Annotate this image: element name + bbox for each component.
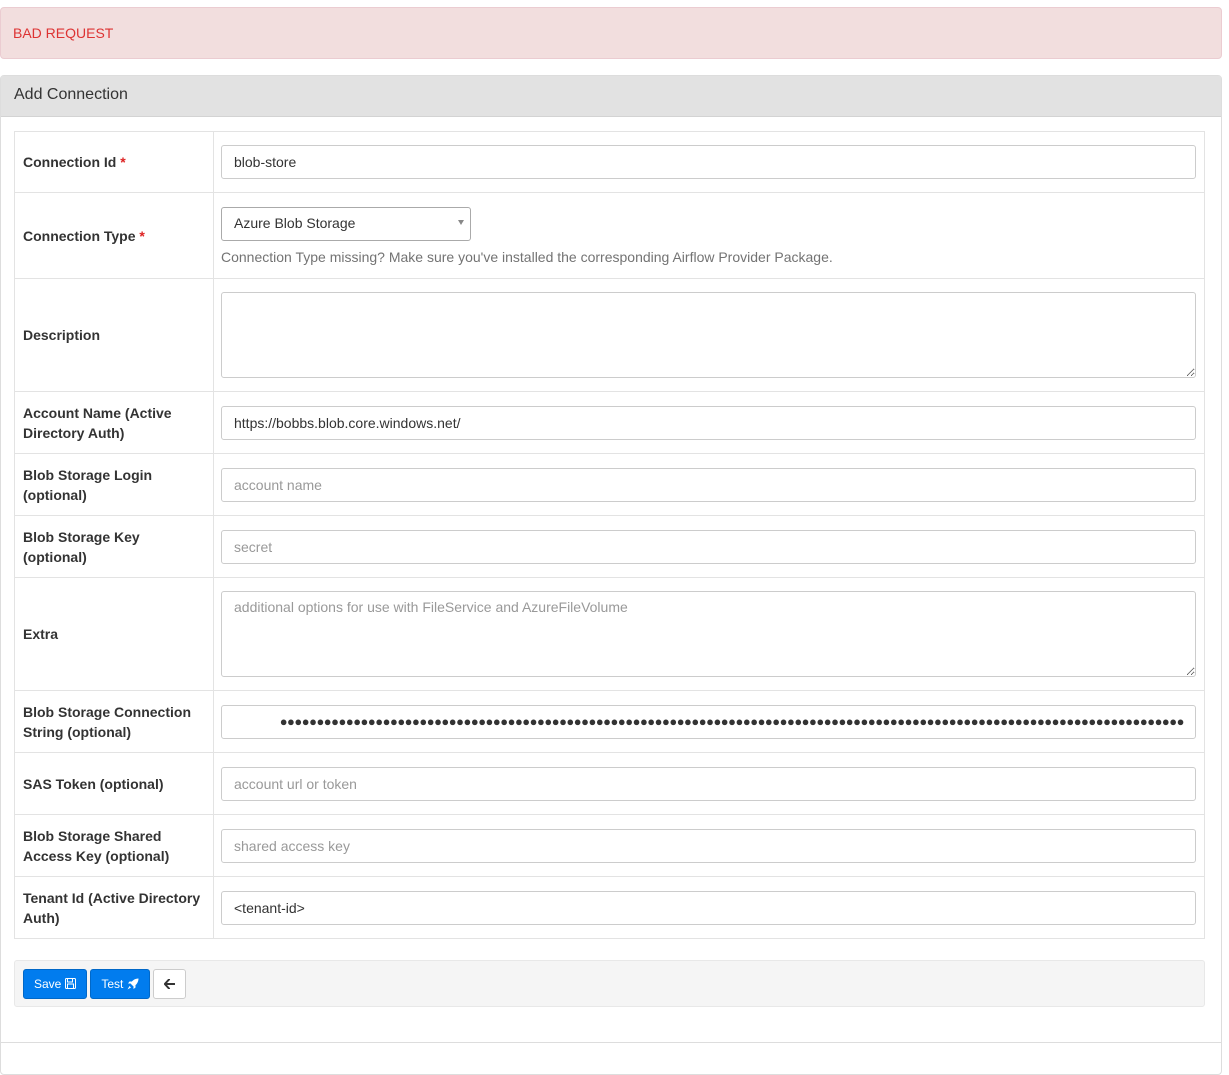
field-cell [213, 752, 1205, 815]
form-row-login: Blob Storage Login (optional) [14, 453, 1205, 516]
field-cell [213, 391, 1205, 454]
connection-type-label: Connection Type [23, 227, 136, 244]
required-mark: * [120, 154, 126, 170]
rocket-icon [127, 978, 139, 990]
connection-type-selected: Azure Blob Storage [234, 214, 356, 231]
sas-token-input[interactable] [221, 766, 1196, 801]
form-row-sas-token: SAS Token (optional) [14, 752, 1205, 815]
connection-string-label: Blob Storage Connection String (optional… [14, 690, 214, 753]
shared-access-key-label: Blob Storage Shared Access Key (optional… [14, 814, 214, 877]
connection-id-label: Connection Id [23, 154, 117, 170]
field-cell [213, 876, 1205, 939]
form-row-tenant-id: Tenant Id (Active Directory Auth) [14, 876, 1205, 939]
field-cell: ●●●●●●●●●●●●●●●●●●●●●●●●●●●●●●●●●●●●●●●●… [213, 690, 1205, 753]
chevron-down-icon [458, 219, 464, 225]
form-row-connection-type: Connection Type * Azure Blob Storage Con… [14, 192, 1205, 279]
field-cell [213, 577, 1205, 691]
form-row-description: Description [14, 278, 1205, 392]
field-cell [213, 814, 1205, 877]
login-input[interactable] [221, 467, 1196, 502]
account-name-input[interactable] [221, 405, 1196, 440]
form-row-extra: Extra [14, 577, 1205, 691]
test-label: Test [101, 976, 124, 991]
connection-string-input[interactable]: ●●●●●●●●●●●●●●●●●●●●●●●●●●●●●●●●●●●●●●●●… [221, 704, 1196, 739]
form-row-key: Blob Storage Key (optional) [14, 515, 1205, 578]
save-icon [65, 978, 77, 989]
sas-token-label: SAS Token (optional) [14, 752, 214, 815]
panel-body: Connection Id * Connection Type * Azure … [1, 117, 1221, 1007]
alert-text: BAD REQUEST [13, 25, 114, 41]
save-button[interactable]: Save [23, 968, 88, 999]
shared-access-key-input[interactable] [221, 828, 1196, 863]
required-mark: * [139, 227, 145, 244]
add-connection-panel: Add Connection Connection Id * Connectio… [0, 75, 1222, 1075]
description-label: Description [14, 278, 214, 392]
account-name-label: Account Name (Active Directory Auth) [14, 391, 214, 454]
tenant-id-label: Tenant Id (Active Directory Auth) [14, 876, 214, 939]
panel-title: Add Connection [1, 76, 1221, 117]
form-row-connection-string: Blob Storage Connection String (optional… [14, 690, 1205, 753]
field-cell [213, 515, 1205, 578]
field-label: Connection Id * [14, 131, 214, 193]
connection-form: Connection Id * Connection Type * Azure … [14, 131, 1205, 939]
test-button[interactable]: Test [90, 968, 151, 999]
form-row-account-name: Account Name (Active Directory Auth) [14, 391, 1205, 454]
connection-id-input[interactable] [221, 145, 1196, 179]
field-cell [213, 453, 1205, 516]
connection-string-masked-value: ●●●●●●●●●●●●●●●●●●●●●●●●●●●●●●●●●●●●●●●●… [279, 713, 1185, 729]
field-label: Connection Type * [14, 192, 214, 279]
field-cell [213, 131, 1205, 193]
field-cell: Azure Blob Storage Connection Type missi… [213, 192, 1205, 279]
login-label: Blob Storage Login (optional) [14, 453, 214, 516]
extra-label: Extra [14, 577, 214, 691]
panel-divider [1, 1042, 1221, 1043]
connection-type-select[interactable]: Azure Blob Storage [221, 206, 471, 241]
key-input[interactable] [221, 529, 1196, 564]
field-cell [213, 278, 1205, 392]
extra-textarea[interactable] [221, 591, 1196, 677]
form-row-connection-id: Connection Id * [14, 131, 1205, 193]
arrow-left-icon [164, 978, 176, 989]
key-label: Blob Storage Key (optional) [14, 515, 214, 578]
bad-request-alert: BAD REQUEST [0, 7, 1222, 59]
back-button[interactable] [153, 968, 187, 999]
tenant-id-input[interactable] [221, 890, 1196, 925]
description-textarea[interactable] [221, 292, 1196, 378]
save-label: Save [34, 976, 62, 991]
form-row-shared-access-key: Blob Storage Shared Access Key (optional… [14, 814, 1205, 877]
connection-type-help: Connection Type missing? Make sure you'v… [221, 248, 833, 265]
form-actions: Save Test [14, 960, 1205, 1007]
